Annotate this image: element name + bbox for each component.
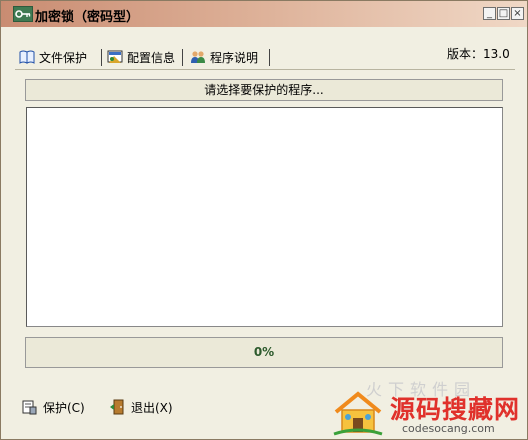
tab-file-protect[interactable]: 文件保护	[19, 45, 87, 69]
tab-file-protect-label: 文件保护	[39, 50, 88, 65]
config-icon	[107, 50, 123, 63]
select-program-prompt: 请选择要保护的程序...	[25, 79, 503, 101]
book-icon	[19, 50, 35, 64]
watermark: 火下软件园 源码搜藏网 codesocang.com	[326, 376, 528, 440]
title-bar[interactable]: 加密锁（密码型） _ □ ×	[1, 1, 527, 27]
exit-button[interactable]: 退出(X)	[109, 397, 173, 417]
window-title: 加密锁（密码型）	[35, 10, 140, 25]
protect-icon	[22, 400, 37, 415]
tab-program-description[interactable]: 程序说明	[190, 45, 258, 69]
protect-button-label: 保护(C)	[43, 400, 85, 415]
exit-door-icon	[110, 399, 124, 415]
tab-config-info-label: 配置信息	[127, 50, 176, 65]
program-list[interactable]	[26, 107, 503, 327]
app-key-icon	[13, 6, 33, 22]
watermark-url: codesocang.com	[402, 422, 495, 435]
progress-status: 0%	[25, 337, 503, 368]
house-logo-icon	[333, 391, 383, 436]
tab-divider	[101, 49, 102, 66]
version-label: 版本：13.0	[447, 47, 510, 61]
minimize-button[interactable]: _	[483, 7, 496, 20]
tab-program-description-label: 程序说明	[210, 50, 259, 65]
protect-button[interactable]: 保护(C)	[21, 397, 85, 417]
tab-divider	[269, 49, 270, 66]
tab-config-info[interactable]: 配置信息	[107, 45, 175, 69]
close-button[interactable]: ×	[511, 7, 524, 20]
tab-divider	[182, 49, 183, 66]
exit-button-label: 退出(X)	[131, 400, 173, 415]
users-icon	[191, 51, 205, 63]
maximize-button[interactable]: □	[497, 7, 510, 20]
app-window: 加密锁（密码型） _ □ × 版本：13.0 文件保护 配置信息 程序说明 请选…	[0, 0, 528, 440]
watermark-brand-text: 源码搜藏网	[390, 395, 521, 424]
